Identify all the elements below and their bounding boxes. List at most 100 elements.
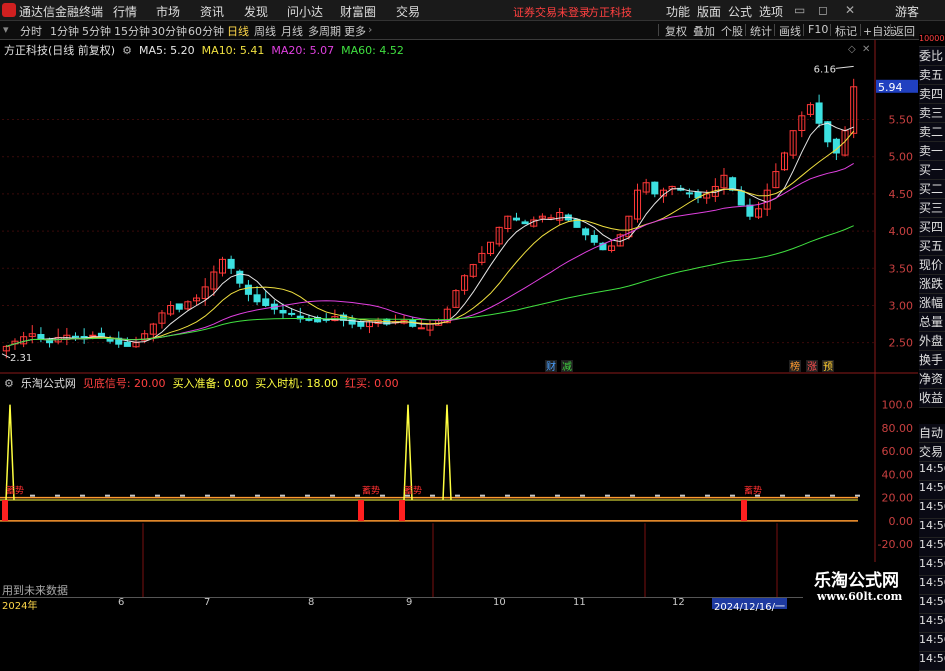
- sidebar-item-6[interactable]: 买一: [919, 161, 945, 180]
- tab-multi-period[interactable]: 多周期: [308, 23, 341, 39]
- sidebar-item-15[interactable]: 外盘: [919, 332, 945, 351]
- indicator-item-bottom-signal: 见底信号: 20.00: [82, 377, 166, 390]
- y-tick-label: 4.00: [889, 225, 914, 238]
- minimize-icon[interactable]: ▭: [794, 3, 805, 17]
- tab-weekly[interactable]: 周线: [254, 23, 276, 39]
- menu-options[interactable]: 选项: [759, 3, 783, 20]
- settings-icon[interactable]: ⚙: [119, 44, 136, 57]
- sidebar-item-3[interactable]: 卖三: [919, 104, 945, 123]
- stock-button[interactable]: 个股: [721, 23, 743, 39]
- candle-body: [279, 309, 287, 314]
- menu-discover[interactable]: 发现: [244, 3, 268, 20]
- sidebar-item-17[interactable]: 净资: [919, 370, 945, 389]
- indicator-tick-mark: [705, 494, 710, 497]
- x-tick-label: 9: [406, 597, 413, 608]
- tab-more[interactable]: 更多: [344, 23, 366, 39]
- sidebar-item-20[interactable]: 交易: [919, 443, 945, 462]
- y-tick-label: 2.50: [889, 337, 914, 350]
- menu-formula[interactable]: 公式: [728, 3, 752, 20]
- buy-tag: 蓄势: [744, 485, 762, 497]
- candle-body: [417, 327, 425, 330]
- indicator-tick-mark: [330, 494, 335, 497]
- sidebar-item-18[interactable]: 收益: [919, 389, 945, 408]
- tab-30min[interactable]: 30分钟: [151, 23, 187, 39]
- sidebar-item-12[interactable]: 涨跌: [919, 275, 945, 294]
- login-notice[interactable]: 证券交易未登录: [513, 4, 590, 20]
- sidebar-item-19[interactable]: 自动: [919, 424, 945, 443]
- sidebar-time-tick: 14:56: [919, 652, 945, 671]
- indicator-y-tick-label: 20.00: [882, 492, 914, 505]
- indicator-name[interactable]: 乐淘公式网: [21, 377, 76, 390]
- tab-monthly[interactable]: 月线: [281, 23, 303, 39]
- sidebar-item-14[interactable]: 总量: [919, 313, 945, 332]
- overlay-button[interactable]: 叠加: [693, 23, 715, 39]
- stock-title: 方正科技(日线 前复权): [4, 44, 116, 57]
- tab-1min[interactable]: 1分钟: [50, 23, 79, 39]
- buy-tag: 蓄势: [362, 485, 380, 497]
- sidebar-item-13[interactable]: 涨幅: [919, 294, 945, 313]
- indicator-tick-mark: [830, 494, 835, 497]
- tab-60min[interactable]: 60分钟: [188, 23, 224, 39]
- adjust-button[interactable]: 复权: [665, 23, 687, 39]
- sidebar-item-1[interactable]: 卖五: [919, 66, 945, 85]
- menu-quotes[interactable]: 行情: [113, 3, 137, 20]
- sidebar-item-10[interactable]: 买五: [919, 237, 945, 256]
- sidebar-time-tick: 14:56: [919, 595, 945, 614]
- sidebar-time-tick: 14:56: [919, 614, 945, 633]
- sidebar-item-0[interactable]: 委比: [919, 47, 945, 66]
- guest-label[interactable]: 游客: [895, 3, 919, 20]
- candle-body: [815, 102, 823, 124]
- y-tick-label: 3.50: [889, 262, 914, 275]
- sidebar-item-16[interactable]: 换手: [919, 351, 945, 370]
- indicator-tick-mark: [205, 494, 210, 497]
- sidebar-item-9[interactable]: 买四: [919, 218, 945, 237]
- menu-market[interactable]: 市场: [156, 3, 180, 20]
- sidebar-time-tick: 14:56: [919, 462, 945, 481]
- sidebar-item-5[interactable]: 卖一: [919, 142, 945, 161]
- tab-5min[interactable]: 5分钟: [82, 23, 111, 39]
- f10-button[interactable]: F10: [808, 23, 828, 36]
- x-tick-label: 6: [118, 597, 125, 608]
- dropdown-icon[interactable]: ▾: [3, 23, 9, 36]
- indicator-legend: ⚙ 乐淘公式网 见底信号: 20.00 买入准备: 0.00 买入时机: 18.…: [4, 375, 399, 391]
- menu-wealth[interactable]: 财富圈: [340, 3, 376, 20]
- date-axis: 2024年 6 7 8 9 10 11 12 2024/12/16/一: [0, 597, 875, 613]
- sidebar-item-7[interactable]: 买二: [919, 180, 945, 199]
- indicator-y-tick-label: 100.0: [882, 399, 914, 412]
- kline-chart[interactable]: 5.50 5.00 4.50 4.00 3.50 3.00 2.50 6.16 2.31 5.94…: [0, 40, 918, 597]
- back-button[interactable]: 返回: [893, 23, 915, 39]
- menu-ask[interactable]: 问小达: [287, 3, 323, 20]
- close-icon[interactable]: ✕: [845, 3, 855, 17]
- indicator-settings-icon[interactable]: ⚙: [4, 377, 17, 390]
- more-chevron-icon[interactable]: ›: [368, 23, 372, 36]
- indicator-tick-mark: [805, 494, 810, 497]
- indicator-tick-mark: [680, 494, 685, 497]
- ma10-label: MA10: 5.41: [201, 44, 265, 57]
- indicator-tick-mark: [355, 494, 360, 497]
- candle-body: [253, 294, 261, 303]
- event-marker: 财: [546, 360, 556, 373]
- future-data-note: 用到未来数据: [2, 584, 68, 597]
- sidebar-item-2[interactable]: 卖四: [919, 85, 945, 104]
- mark-button[interactable]: 标记: [835, 23, 857, 39]
- x-tick-label: 7: [204, 597, 211, 608]
- tab-intraday[interactable]: 分时: [20, 23, 42, 39]
- stats-button[interactable]: 统计: [750, 23, 772, 39]
- tab-15min[interactable]: 15分钟: [114, 23, 150, 39]
- menu-function[interactable]: 功能: [666, 3, 690, 20]
- sidebar-item-8[interactable]: 买三: [919, 199, 945, 218]
- buy-tag: 蓄势: [6, 485, 24, 497]
- red-buy-bar: [399, 499, 405, 521]
- ma20-label: MA20: 5.07: [271, 44, 335, 57]
- sidebar-item-4[interactable]: 卖二: [919, 123, 945, 142]
- indicator-tick-mark: [80, 494, 85, 497]
- indicator-tick-mark: [480, 494, 485, 497]
- restore-icon[interactable]: ◻: [818, 3, 828, 17]
- sidebar-item-11[interactable]: 现价: [919, 256, 945, 275]
- menu-layout[interactable]: 版面: [697, 3, 721, 20]
- draw-button[interactable]: 画线: [779, 23, 801, 39]
- menu-trade[interactable]: 交易: [396, 3, 420, 20]
- indicator-item-red-buy: 红买: 0.00: [344, 377, 399, 390]
- tab-daily[interactable]: 日线: [227, 23, 249, 39]
- menu-news[interactable]: 资讯: [200, 3, 224, 20]
